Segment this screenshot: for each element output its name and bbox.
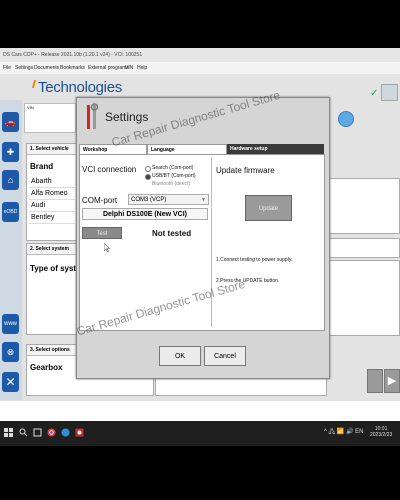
video-letterbox-top — [0, 0, 400, 48]
vin-panel: VIN — [24, 103, 76, 133]
tab-hardware-setup[interactable]: Hardware setup — [227, 144, 324, 154]
window-title: DS Cars CDP+ - Release 2021.10b (1.20.1 … — [3, 52, 143, 58]
windows-start-icon[interactable] — [4, 428, 13, 437]
menu-bookmarks[interactable]: Bookmarks — [60, 65, 85, 71]
comport-label: COM-port — [82, 196, 118, 205]
radio-usb-label: USB/BT (Com-port) — [152, 173, 196, 179]
home-icon[interactable]: ⌂ — [2, 170, 19, 190]
comport-select[interactable]: COM3 (VCP) ▼ — [128, 194, 209, 205]
menu-documents[interactable]: Documents — [34, 65, 59, 71]
comport-value: COM3 (VCP) — [131, 197, 167, 203]
search-icon[interactable] — [19, 428, 28, 437]
nav-next-button[interactable]: ▶ — [384, 369, 400, 393]
chevron-down-icon: ▼ — [201, 197, 206, 203]
radio-search-label: Search (Com-port) — [152, 165, 194, 171]
info-panel — [326, 178, 400, 234]
gearbox-label: Gearbox — [30, 363, 63, 372]
test-button[interactable]: Test — [82, 227, 122, 239]
vci-connection-label: VCI connection — [82, 165, 137, 174]
menu-settings[interactable]: Settings — [15, 65, 33, 71]
update-button[interactable]: Update — [245, 195, 292, 221]
radio-usb[interactable] — [145, 174, 151, 180]
ok-button[interactable]: OK — [159, 346, 201, 366]
car-icon[interactable]: 🚗 — [2, 112, 19, 132]
vin-label: VIN — [27, 105, 34, 110]
clock-date: 2023/2/23 — [370, 432, 393, 438]
eobd-icon[interactable]: eOBD — [2, 202, 19, 222]
update-firmware-title: Update firmware — [216, 166, 275, 175]
system-tray[interactable]: ^ 🖧 📶 🔊 EN — [324, 427, 363, 437]
clock[interactable]: 10:01 2023/2/23 — [370, 426, 392, 438]
help-icon[interactable]: ⊗ — [2, 342, 19, 362]
menu-external-programs[interactable]: External programs — [88, 65, 129, 71]
list-item[interactable]: Abarth — [29, 177, 75, 188]
menu-vin[interactable]: VIN — [125, 65, 133, 71]
radio-search[interactable] — [145, 166, 151, 172]
select-system-panel: 2. Select system Type of system — [26, 243, 88, 335]
device-name: Delphi DS100E (New VCI) — [82, 208, 208, 220]
task-view-icon[interactable] — [33, 428, 42, 437]
brand-logo: Technologies — [38, 79, 122, 96]
list-item[interactable]: Audi — [29, 201, 75, 212]
toolbar-button[interactable] — [381, 84, 398, 101]
instruction-1: 1.Connect testing to power supply. — [216, 257, 293, 263]
select-vehicle-panel: 1. Select vehicle Brand Abarth Alfa Rome… — [26, 143, 80, 241]
mouse-cursor-icon — [104, 243, 110, 252]
list-item[interactable]: Bentley — [29, 213, 75, 224]
menu-file[interactable]: File — [3, 65, 11, 71]
tab-language[interactable]: Language — [147, 144, 227, 154]
test-status: Not tested — [152, 229, 192, 238]
nav-back-button[interactable] — [367, 369, 383, 393]
app-taskbar-icon[interactable] — [75, 428, 84, 437]
window-titlebar: DS Cars CDP+ - Release 2021.10b (1.20.1 … — [0, 48, 400, 62]
divider — [211, 157, 212, 327]
status-icon — [338, 111, 354, 127]
brand-label: Brand — [30, 162, 54, 171]
select-vehicle-header: 1. Select vehicle — [27, 144, 79, 155]
info-panel — [326, 238, 400, 258]
diagnostics-icon[interactable]: ✚ — [2, 142, 19, 162]
tab-content — [79, 154, 325, 331]
list-item[interactable]: Alfa Romeo — [29, 189, 75, 200]
select-system-header: 2. Select system — [27, 244, 79, 255]
menu-help[interactable]: Help — [137, 65, 147, 71]
info-panel — [326, 260, 400, 336]
chrome-icon[interactable] — [47, 428, 56, 437]
cancel-button[interactable]: Cancel — [204, 346, 246, 366]
wrench-icon — [87, 103, 99, 129]
dialog-title: Settings — [105, 110, 149, 124]
video-letterbox-bottom — [0, 446, 400, 500]
sidebar: 🚗 ✚ ⌂ eOBD www ⊗ ✕ — [0, 100, 22, 400]
check-icon: ✓ — [370, 88, 379, 99]
edge-icon[interactable] — [61, 428, 70, 437]
bluetooth-label: Bluetooth (direct) — [152, 181, 191, 187]
exit-icon[interactable]: ✕ — [2, 372, 19, 392]
www-icon[interactable]: www — [2, 314, 19, 334]
